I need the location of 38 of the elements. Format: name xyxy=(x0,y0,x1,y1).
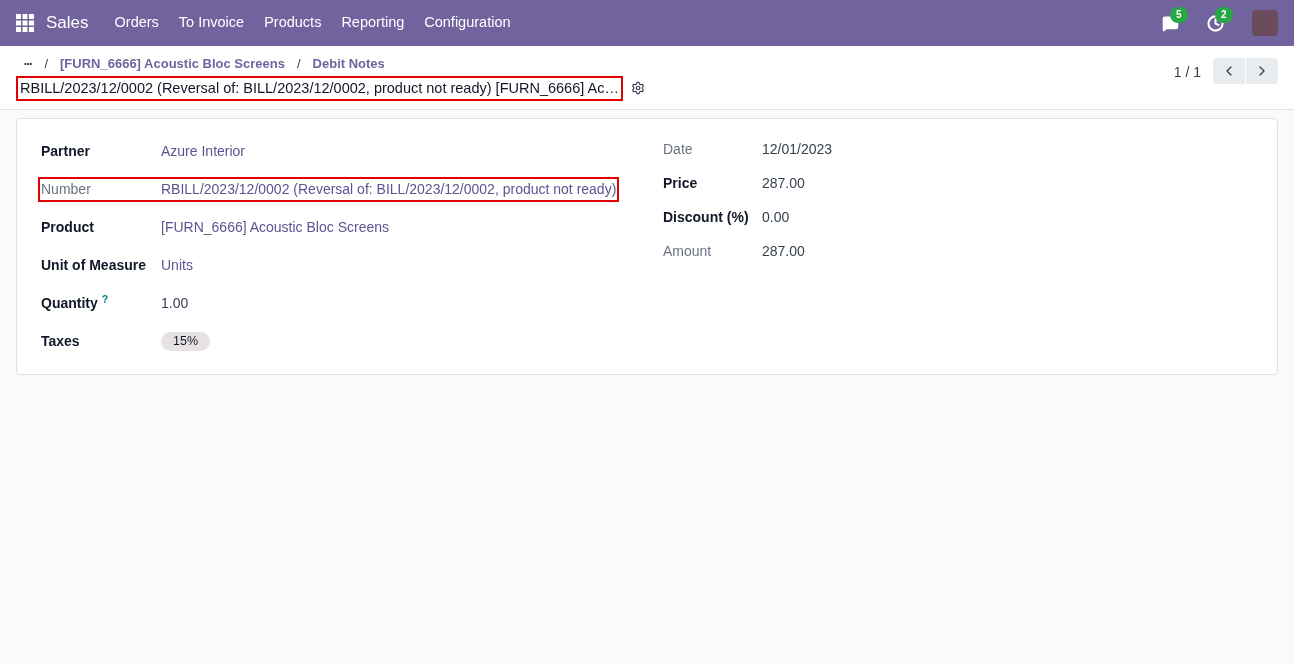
tax-tag: 15% xyxy=(161,332,211,351)
breadcrumb-separator: / xyxy=(44,55,49,73)
app-name[interactable]: Sales xyxy=(46,10,89,36)
field-label: Taxes xyxy=(41,332,81,351)
breadcrumb-ellipsis[interactable]: ••• xyxy=(24,57,33,70)
field-label: Quantity $^{?}$ xyxy=(41,293,110,313)
field-value: 0.00 xyxy=(762,208,790,227)
message-count: 5 xyxy=(1170,6,1188,23)
field-value[interactable]: Units xyxy=(161,255,193,276)
help-tooltip[interactable]: ? xyxy=(101,292,109,305)
menu-item[interactable]: Configuration xyxy=(414,12,521,34)
menu-item[interactable]: To Invoice xyxy=(168,12,255,34)
field-label: Discount (%) xyxy=(663,208,750,227)
record-title: RBILL/2023/12/0002 (Reversal of: BILL/2023/12/0002, product not ready) [FURN_6666] Ac… xyxy=(16,75,623,102)
pager-value: 1 / 1 xyxy=(1173,63,1201,82)
breadcrumb-separator: / xyxy=(296,55,301,73)
field-value[interactable]: Azure Interior xyxy=(161,141,246,162)
field-value: 1.00 xyxy=(161,294,189,313)
field-label: Product xyxy=(41,218,95,237)
field-label: Number xyxy=(41,180,92,199)
field-value[interactable]: [FURN_6666] Acoustic Bloc Screens xyxy=(161,217,389,238)
menu-item[interactable]: Orders xyxy=(104,12,169,34)
activity-count: 2 xyxy=(1215,6,1233,23)
breadcrumb-link[interactable]: Debit Notes xyxy=(312,54,385,74)
field-label: Unit of Measure xyxy=(41,256,147,275)
settings-icon[interactable] xyxy=(630,81,645,96)
apps-grid-icon[interactable] xyxy=(16,14,34,32)
menu-item[interactable]: Reporting xyxy=(331,12,415,34)
breadcrumb-link[interactable]: [FURN_6666] Acoustic Bloc Screens xyxy=(60,54,285,74)
field-label: Date xyxy=(663,140,694,159)
field-value: 287.00 xyxy=(762,242,805,261)
field-label: Price xyxy=(663,174,699,193)
field-value: 287.00 xyxy=(762,174,805,193)
field-value: 12/01/2023 xyxy=(762,140,833,159)
menu-item[interactable]: Products xyxy=(254,12,332,34)
field-label: Partner xyxy=(41,142,92,161)
field-label: Amount xyxy=(663,242,713,261)
field-value[interactable]: RBILL/2023/12/0002 (Reversal of: BILL/2023/12/0002, product not ready) xyxy=(161,179,617,200)
